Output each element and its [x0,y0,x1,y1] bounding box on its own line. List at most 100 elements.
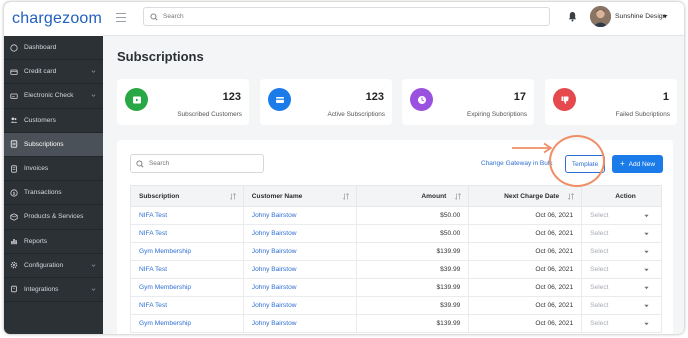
table-row: NIFA Test Johny Bairstow $39.99 Oct 06, … [130,296,662,315]
user-name[interactable]: Sunshine Design [615,13,666,20]
amount-cell: $39.99 [355,260,470,279]
subscription-link[interactable]: Gym Membership [130,314,244,333]
column-header-next-charge-date[interactable]: Next Charge Date [468,185,583,207]
caret-down-icon [644,322,649,326]
stat-value: 123 [222,91,241,103]
stat-label: Subscribed Customers [177,111,242,118]
sidebar-item-configuration[interactable]: Configuration [4,254,103,278]
sort-icon[interactable] [229,193,236,200]
sidebar-item-label: Reports [24,237,48,245]
thumbs-down-icon [553,88,576,111]
chevron-down-icon[interactable] [662,14,668,19]
customer-link[interactable]: Johny Bairstow [242,206,357,225]
subscription-link[interactable]: NIFA Test [130,296,244,315]
add-new-button[interactable]: + Add New [612,155,663,173]
column-header-amount[interactable]: Amount [355,185,470,207]
stat-card-failed-subscriptions: 1 Failed Subcriptions [545,79,677,125]
sidebar-item-label: Transactions [24,189,62,197]
global-search-input[interactable] [163,13,543,20]
stat-card-expiring-subscriptions: 17 Expiring Subcriptions [402,79,534,125]
amount-cell: $139.99 [355,278,470,297]
avatar[interactable] [590,6,611,27]
dollar-icon: $ [10,189,18,197]
sidebar-item-subscriptions[interactable]: Subscriptions [4,132,103,157]
subscription-search[interactable] [130,154,264,173]
sidebar-nav: Dashboard Credit card Electronic Check C… [4,36,103,303]
customer-link[interactable]: Johny Bairstow [242,242,357,261]
top-bar: Sunshine Design [103,2,684,36]
stat-label: Failed Subcriptions [615,111,670,118]
global-search[interactable] [143,7,550,26]
customer-link[interactable]: Johny Bairstow [242,296,357,315]
card-icon [268,88,291,111]
amount-cell: $39.99 [355,296,470,315]
subscription-link[interactable]: Gym Membership [130,242,244,261]
table-row: Gym Membership Johny Bairstow $139.99 Oc… [130,278,662,297]
bell-icon[interactable] [568,11,577,22]
column-header-customer-name[interactable]: Customer Name [242,185,357,207]
subscription-link[interactable]: NIFA Test [130,206,244,225]
sidebar-item-transactions[interactable]: $ Transactions [4,181,103,206]
action-select[interactable]: Select [581,314,662,333]
add-new-label: Add New [628,160,656,168]
subscription-search-input[interactable] [149,160,259,167]
sidebar-item-reports[interactable]: Reports [4,230,103,254]
action-select[interactable]: Select [581,242,662,261]
sort-icon[interactable] [568,193,575,200]
svg-text:$: $ [13,190,16,195]
sidebar-item-invoices[interactable]: Invoices [4,157,103,182]
template-button[interactable]: Template [565,155,605,173]
sort-icon[interactable] [455,193,462,200]
table-row: NIFA Test Johny Bairstow $50.00 Oct 06, … [130,224,662,243]
action-select[interactable]: Select [581,224,662,243]
sidebar-item-integrations[interactable]: Integrations [4,278,103,303]
subscription-link[interactable]: NIFA Test [130,260,244,279]
sidebar-item-products-services[interactable]: Products & Services [4,205,103,230]
action-select[interactable]: Select [581,296,662,315]
amount-cell: $50.00 [355,206,470,225]
table-row: Gym Membership Johny Bairstow $139.99 Oc… [130,314,662,333]
sidebar-item-label: Products & Services [24,213,84,221]
menu-icon[interactable] [116,13,126,22]
home-icon [10,43,18,52]
credit-card-icon [10,68,18,76]
plug-icon [10,285,18,293]
logo-area[interactable]: chargezoom [4,2,103,36]
clock-icon [410,88,433,111]
column-header-action: Action [581,185,662,207]
sidebar-item-label: Configuration [24,261,64,269]
subscription-link[interactable]: NIFA Test [130,224,244,243]
customer-link[interactable]: Johny Bairstow [242,224,357,243]
amount-cell: $139.99 [355,242,470,261]
caret-down-icon [644,214,649,218]
customer-link[interactable]: Johny Bairstow [242,278,357,297]
sidebar-item-credit-card[interactable]: Credit card [4,60,103,85]
action-select[interactable]: Select [581,206,662,225]
table-row: Gym Membership Johny Bairstow $139.99 Oc… [130,242,662,261]
sidebar: chargezoom Dashboard Credit card Electro… [4,2,103,334]
amount-cell: $50.00 [355,224,470,243]
check-icon [10,92,18,100]
customer-link[interactable]: Johny Bairstow [242,260,357,279]
sidebar-item-label: Integrations [24,285,59,293]
column-header-subscription[interactable]: Subscription [130,185,244,207]
sidebar-item-dashboard[interactable]: Dashboard [4,36,103,61]
logo: chargezoom [12,10,103,27]
sidebar-item-customers[interactable]: Customers [4,109,103,133]
action-select[interactable]: Select [581,278,662,297]
customer-link[interactable]: Johny Bairstow [242,314,357,333]
next-charge-date-cell: Oct 06, 2021 [468,296,583,315]
action-select[interactable]: Select [581,260,662,279]
box-icon [10,213,18,221]
subscriptions-icon [10,140,18,148]
subscription-link[interactable]: Gym Membership [130,278,244,297]
table-row: NIFA Test Johny Bairstow $50.00 Oct 06, … [130,206,662,225]
sidebar-item-electronic-check[interactable]: Electronic Check [4,84,103,109]
change-gateway-bulk-link[interactable]: Change Gateway in Bulk [481,160,553,167]
sort-icon[interactable] [342,193,349,200]
caret-down-icon [644,232,649,236]
next-charge-date-cell: Oct 06, 2021 [468,314,583,333]
stat-value: 123 [365,91,384,103]
subscriptions-panel: Change Gateway in Bulk Template + Add Ne… [117,140,673,334]
stat-value: 1 [662,91,669,103]
